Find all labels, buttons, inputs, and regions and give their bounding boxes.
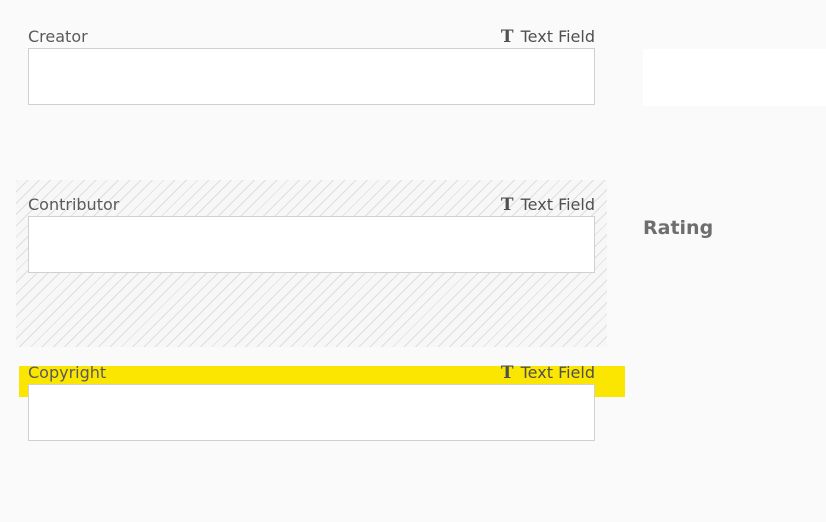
copyright-field[interactable]: Copyright T Text Field	[28, 362, 595, 441]
copyright-field-type-label: Text Field	[520, 363, 595, 382]
text-type-icon: T	[500, 363, 514, 383]
creator-field-type: T Text Field	[501, 26, 595, 48]
contributor-field-type-label: Text Field	[520, 195, 595, 214]
copyright-field-label: Copyright	[28, 363, 107, 382]
creator-field[interactable]: Creator T Text Field	[28, 26, 595, 105]
copyright-field-type: T Text Field	[501, 362, 595, 384]
text-type-icon: T	[500, 27, 514, 47]
creator-field-type-label: Text Field	[520, 27, 595, 46]
contributor-field[interactable]: Contributor T Text Field	[28, 194, 595, 273]
creator-field-label: Creator	[28, 27, 88, 46]
creator-field-header: Creator T Text Field	[28, 26, 595, 48]
contributor-input[interactable]	[28, 216, 595, 273]
copyright-input[interactable]	[28, 384, 595, 441]
text-type-icon: T	[500, 195, 514, 215]
contributor-field-type: T Text Field	[501, 194, 595, 216]
contributor-field-header: Contributor T Text Field	[28, 194, 595, 216]
creator-input[interactable]	[28, 48, 595, 105]
copyright-field-header: Copyright T Text Field	[28, 362, 595, 384]
contributor-field-label: Contributor	[28, 195, 120, 214]
rating-label: Rating	[643, 217, 714, 239]
right-panel-input-box[interactable]	[643, 49, 826, 106]
